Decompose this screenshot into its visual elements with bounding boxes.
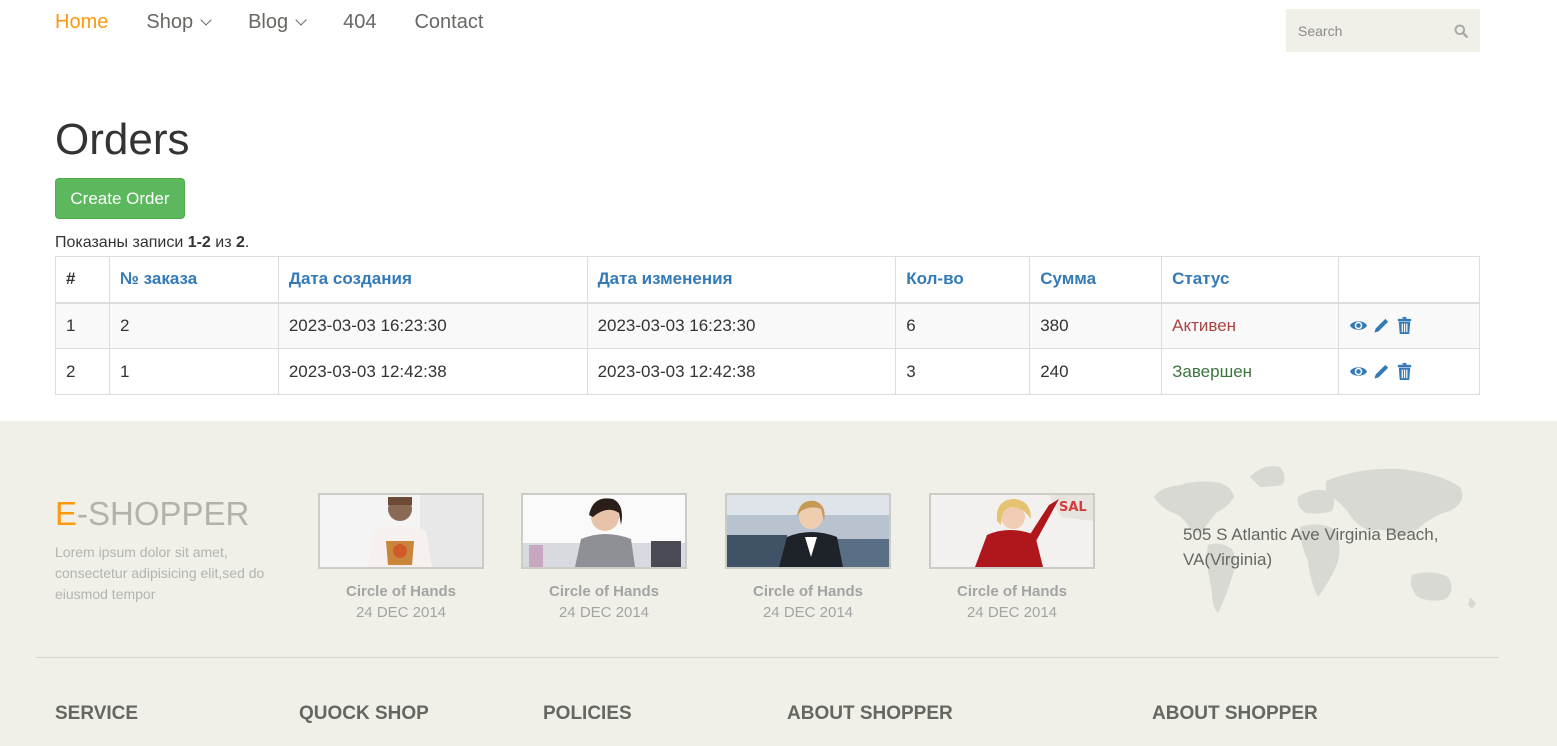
video-caption: Circle of Hands	[956, 583, 1068, 600]
chevron-down-icon	[200, 13, 212, 26]
footer-divider	[36, 657, 1499, 658]
video-date: 24 DEC 2014	[966, 604, 1058, 621]
cell-sum: 240	[1029, 348, 1163, 395]
table-row: 2 1 2023-03-03 12:42:38 2023-03-03 12:42…	[55, 348, 1480, 395]
cell-index: 1	[55, 302, 110, 349]
cell-sum: 380	[1029, 302, 1163, 349]
col-header-sum[interactable]: Сумма	[1029, 256, 1163, 304]
col-header-created[interactable]: Дата создания	[277, 256, 588, 304]
cell-updated: 2023-03-03 12:42:38	[586, 348, 897, 395]
col-header-status[interactable]: Статус	[1161, 256, 1339, 304]
video-caption: Circle of Hands	[752, 583, 864, 600]
trash-icon[interactable]	[1395, 362, 1414, 381]
create-order-button[interactable]: Create Order	[55, 178, 185, 219]
footer-brand-logo[interactable]: E-SHOPPER	[55, 495, 249, 533]
cell-status: Завершен	[1161, 348, 1339, 395]
video-date: 24 DEC 2014	[558, 604, 650, 621]
col-header-updated[interactable]: Дата изменения	[586, 256, 897, 304]
summary-middle: из	[210, 234, 236, 251]
svg-text:SAL: SAL	[1059, 500, 1087, 515]
footer-col-about-shopper: ABOUT SHOPPER	[787, 703, 953, 724]
brand-e: E	[55, 495, 78, 532]
summary-total: 2	[236, 234, 245, 251]
cell-created: 2023-03-03 16:23:30	[277, 302, 588, 349]
search-input[interactable]	[1298, 22, 1438, 39]
nav-home[interactable]: Home	[55, 11, 108, 34]
video-thumbnail[interactable]	[521, 493, 687, 569]
footer-address: 505 S Atlantic Ave Virginia Beach, VA(Vi…	[1183, 525, 1439, 569]
video-caption: Circle of Hands	[548, 583, 660, 600]
nav-contact[interactable]: Contact	[414, 11, 483, 34]
chevron-down-icon	[295, 13, 307, 26]
nav-contact-label: Contact	[414, 10, 484, 33]
cell-updated: 2023-03-03 16:23:30	[586, 302, 897, 349]
video-thumbnail[interactable]	[725, 493, 891, 569]
cell-actions	[1338, 348, 1480, 395]
video-date: 24 DEC 2014	[355, 604, 447, 621]
footer-col-quock-shop: QUOCK SHOP	[299, 703, 429, 724]
nav-blog[interactable]: Blog	[248, 10, 307, 34]
col-header-actions	[1338, 256, 1480, 304]
nav-blog-label: Blog	[248, 10, 289, 33]
footer-video-item[interactable]: Circle of Hands 24 DEC 2014	[521, 493, 687, 621]
cell-created: 2023-03-03 12:42:38	[277, 348, 588, 395]
video-date: 24 DEC 2014	[762, 604, 854, 621]
main-nav: Home Shop Blog 404 Contact	[55, 0, 521, 44]
cell-index: 2	[55, 348, 110, 395]
footer-video-item[interactable]: SAL Circle of Hands 24 DEC 2014	[929, 493, 1095, 621]
nav-404-label: 404	[343, 10, 377, 33]
video-thumbnail[interactable]: SAL	[929, 493, 1095, 569]
cell-qty: 6	[895, 302, 1031, 349]
pencil-icon[interactable]	[1372, 362, 1391, 381]
footer-video-item[interactable]: Circle of Hands 24 DEC 2014	[725, 493, 891, 621]
orders-table: # № заказа Дата создания Дата изменения …	[55, 256, 1480, 395]
footer-col-policies: POLICIES	[543, 703, 632, 724]
footer-brand-text: Lorem ipsum dolor sit amet, consectetur …	[55, 544, 265, 602]
footer-col-service: SERVICE	[55, 703, 139, 724]
table-row: 1 2 2023-03-03 16:23:30 2023-03-03 16:23…	[55, 302, 1480, 349]
nav-home-label: Home	[55, 10, 109, 33]
summary-prefix: Показаны записи	[55, 234, 188, 251]
footer-video-item[interactable]: Circle of Hands 24 DEC 2014	[318, 493, 484, 621]
table-header-row: # № заказа Дата создания Дата изменения …	[55, 256, 1480, 304]
nav-shop[interactable]: Shop	[146, 10, 212, 34]
search-icon[interactable]	[1454, 24, 1468, 38]
col-header-index: #	[55, 256, 110, 304]
eye-icon[interactable]	[1349, 362, 1368, 381]
page-title: Orders	[55, 115, 190, 164]
eye-icon[interactable]	[1349, 316, 1368, 335]
col-header-order-no[interactable]: № заказа	[108, 256, 279, 304]
records-summary: Показаны записи 1-2 из 2.	[55, 234, 249, 252]
col-header-qty[interactable]: Кол-во	[895, 256, 1031, 304]
nav-404[interactable]: 404	[343, 11, 376, 34]
summary-range: 1-2	[187, 234, 211, 251]
search-box	[1286, 9, 1480, 52]
cell-status: Активен	[1161, 302, 1339, 349]
cell-actions	[1338, 302, 1480, 349]
cell-order-no: 2	[108, 302, 279, 349]
trash-icon[interactable]	[1395, 316, 1414, 335]
brand-rest: -SHOPPER	[77, 495, 250, 532]
summary-suffix: .	[244, 234, 250, 251]
footer-col-about-shopper-2: ABOUT SHOPPER	[1152, 703, 1318, 724]
nav-shop-label: Shop	[146, 10, 194, 33]
video-thumbnail[interactable]	[318, 493, 484, 569]
cell-order-no: 1	[108, 348, 279, 395]
footer: E-SHOPPER Lorem ipsum dolor sit amet, co…	[0, 421, 1557, 746]
video-caption: Circle of Hands	[345, 583, 457, 600]
pencil-icon[interactable]	[1372, 316, 1391, 335]
cell-qty: 3	[895, 348, 1031, 395]
